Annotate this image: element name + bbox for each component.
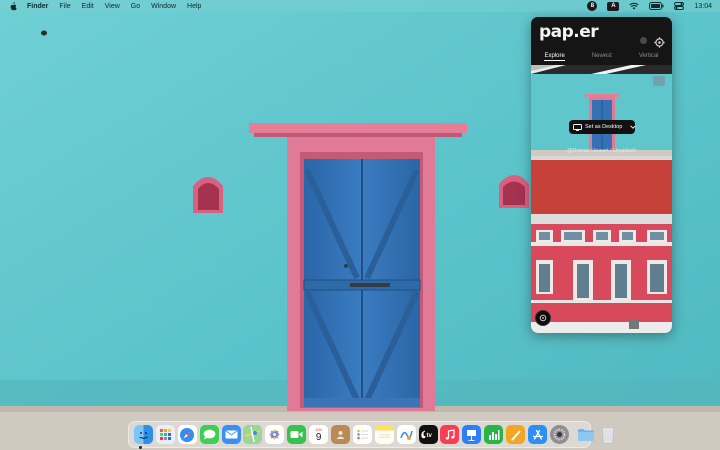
- menu-go[interactable]: Go: [131, 3, 140, 10]
- app-store-icon[interactable]: [528, 425, 548, 444]
- mail-icon[interactable]: [221, 425, 241, 444]
- system-settings-icon[interactable]: [549, 425, 569, 444]
- tab-vertical[interactable]: Vertical: [639, 53, 659, 61]
- finder-icon[interactable]: [134, 425, 153, 444]
- menu-window[interactable]: Window: [151, 3, 176, 10]
- freeform-icon[interactable]: [396, 425, 416, 444]
- trash-icon[interactable]: [599, 425, 618, 444]
- set-as-desktop-button[interactable]: Set as Desktop: [569, 120, 637, 134]
- control-center-icon[interactable]: [674, 2, 685, 10]
- pages-icon[interactable]: [506, 425, 526, 444]
- calendar-day: 9: [315, 431, 322, 443]
- menu-extras: 8 A 13:04: [587, 0, 712, 12]
- maps-icon[interactable]: [243, 425, 263, 444]
- wifi-icon[interactable]: [629, 2, 640, 10]
- monitor-icon: [573, 123, 582, 131]
- music-icon[interactable]: [440, 425, 460, 444]
- paper-logo: pap.er: [539, 22, 599, 42]
- messages-icon[interactable]: [199, 425, 219, 444]
- menu-edit[interactable]: Edit: [82, 3, 94, 10]
- set-as-desktop-label: Set as Desktop: [585, 124, 623, 130]
- gear-icon[interactable]: [654, 35, 665, 48]
- facetime-icon[interactable]: [287, 425, 307, 444]
- apple-menu-icon[interactable]: [9, 1, 19, 11]
- paper-app-popover: pap.er Explore Newest Vertical Set as De…: [531, 17, 672, 333]
- menu-file[interactable]: File: [59, 3, 70, 10]
- tab-bar: Explore Newest Vertical: [531, 53, 672, 61]
- collapse-icon[interactable]: [653, 76, 665, 86]
- safari-icon[interactable]: [177, 425, 197, 444]
- notes-icon[interactable]: [374, 425, 394, 444]
- menu-help[interactable]: Help: [187, 3, 201, 10]
- wallpaper-preview[interactable]: Set as Desktop @Rowan Heuvel / Unsplash: [531, 74, 672, 333]
- menu-clock[interactable]: 13:04: [694, 3, 712, 10]
- wallpaper-thumbnail-strip[interactable]: [531, 65, 672, 74]
- wallpaper-preview-image: [531, 74, 672, 333]
- tab-explore[interactable]: Explore: [544, 53, 565, 61]
- launchpad-icon[interactable]: [155, 425, 175, 444]
- menu-bar: Finder File Edit View Go Window Help 8 A…: [0, 0, 720, 12]
- status-dot-icon: [640, 37, 647, 44]
- contacts-icon[interactable]: [331, 425, 351, 444]
- numbers-icon[interactable]: [484, 425, 504, 444]
- reminders-icon[interactable]: [352, 425, 372, 444]
- paper-status-icon[interactable]: 8: [587, 1, 598, 11]
- tab-newest[interactable]: Newest: [592, 53, 612, 61]
- dock: JUN 9 tv: [128, 421, 614, 448]
- keynote-icon[interactable]: [462, 425, 482, 444]
- menu-view[interactable]: View: [105, 3, 120, 10]
- scroll-handle-icon[interactable]: [535, 310, 551, 326]
- calendar-icon[interactable]: JUN 9: [309, 425, 329, 444]
- input-source-icon[interactable]: A: [607, 1, 620, 11]
- menu-app-name[interactable]: Finder: [27, 3, 48, 10]
- folder-icon[interactable]: [577, 425, 596, 444]
- photos-icon[interactable]: [265, 425, 285, 444]
- battery-icon[interactable]: [649, 2, 664, 10]
- tv-icon[interactable]: tv: [418, 425, 438, 444]
- chevron-down-icon[interactable]: [630, 125, 637, 129]
- finder-running-indicator: [139, 446, 142, 449]
- svg-text:tv: tv: [427, 433, 433, 439]
- popover-header: pap.er Explore Newest Vertical: [531, 17, 672, 65]
- photo-credit[interactable]: @Rowan Heuvel / Unsplash: [531, 148, 672, 154]
